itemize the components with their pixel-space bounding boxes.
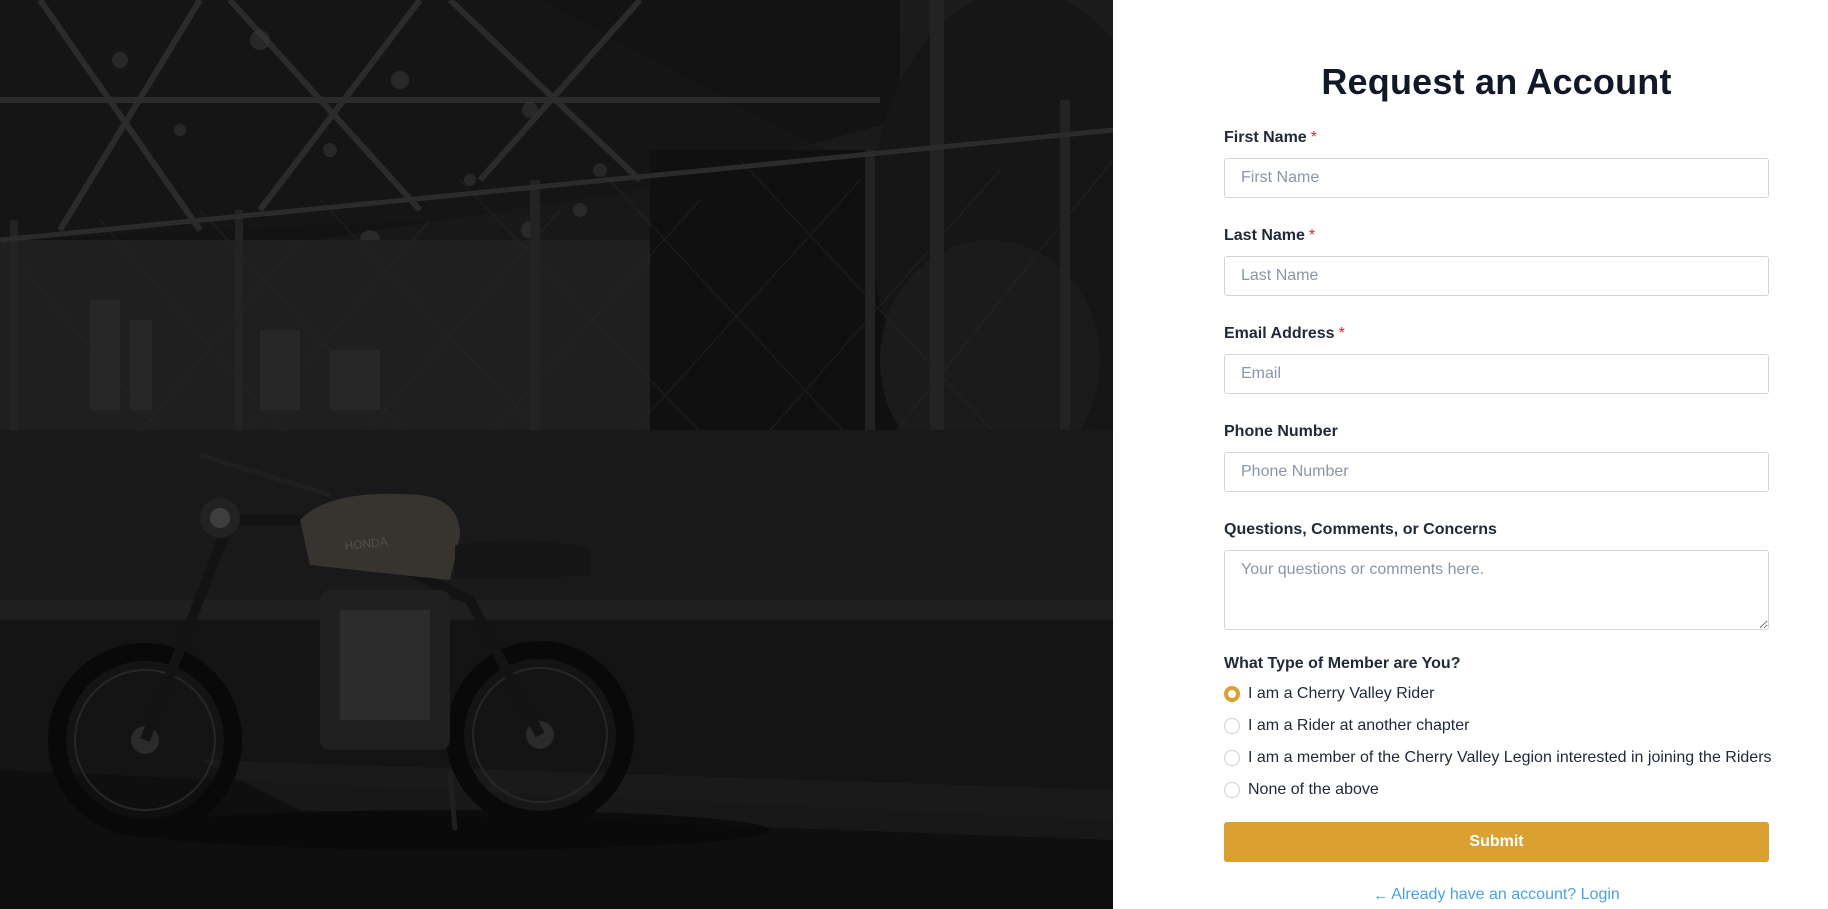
required-marker: * (1308, 227, 1316, 244)
required-marker: * (1310, 129, 1317, 146)
radio-option-label: I am a member of the Cherry Valley Legio… (1248, 749, 1772, 766)
login-link[interactable]: ← Already have an account? Login (1224, 886, 1769, 904)
radio-option-legion-member[interactable]: I am a member of the Cherry Valley Legio… (1224, 742, 1772, 774)
member-type-group: What Type of Member are You? I am a Cher… (1224, 654, 1772, 806)
radio-option-label: I am a Rider at another chapter (1248, 717, 1470, 734)
request-account-form: Request an Account First Name* Last Name… (1224, 58, 1772, 904)
last-name-input[interactable] (1224, 256, 1769, 296)
form-panel: Request an Account First Name* Last Name… (1113, 0, 1828, 909)
radio-unchecked-icon[interactable] (1224, 782, 1240, 798)
radio-checked-icon[interactable] (1224, 686, 1240, 702)
email-field: Email Address * (1224, 324, 1769, 394)
background-photo: HONDA (0, 0, 1113, 909)
phone-field: Phone Number (1224, 422, 1769, 492)
last-name-label: Last Name (1224, 227, 1305, 244)
email-input[interactable] (1224, 354, 1769, 394)
page-title: Request an Account (1321, 61, 1672, 102)
comments-textarea[interactable] (1224, 550, 1769, 630)
last-name-field: Last Name * (1224, 226, 1769, 296)
member-type-label: What Type of Member are You? (1224, 655, 1461, 672)
first-name-input[interactable] (1224, 158, 1769, 198)
radio-unchecked-icon[interactable] (1224, 750, 1240, 766)
comments-field: Questions, Comments, or Concerns (1224, 520, 1769, 630)
comments-label: Questions, Comments, or Concerns (1224, 521, 1497, 538)
first-name-field: First Name * (1224, 128, 1769, 198)
required-marker: * (1338, 325, 1345, 342)
radio-option-label: I am a Cherry Valley Rider (1248, 685, 1435, 702)
radio-option-none[interactable]: None of the above (1224, 774, 1769, 806)
motorcycle-photo: HONDA (0, 0, 1113, 909)
phone-label: Phone Number (1224, 423, 1338, 440)
radio-unchecked-icon[interactable] (1224, 718, 1240, 734)
login-link-text: Already have an account? Login (1391, 886, 1620, 903)
phone-input[interactable] (1224, 452, 1769, 492)
radio-option-cherry-valley-rider[interactable]: I am a Cherry Valley Rider (1224, 678, 1769, 710)
radio-option-label: None of the above (1248, 781, 1379, 798)
email-label: Email Address (1224, 325, 1335, 342)
first-name-label: First Name (1224, 129, 1307, 146)
submit-button[interactable]: Submit (1224, 822, 1769, 862)
arrow-left-icon: ← (1373, 886, 1389, 904)
radio-option-other-chapter[interactable]: I am a Rider at another chapter (1224, 710, 1769, 742)
